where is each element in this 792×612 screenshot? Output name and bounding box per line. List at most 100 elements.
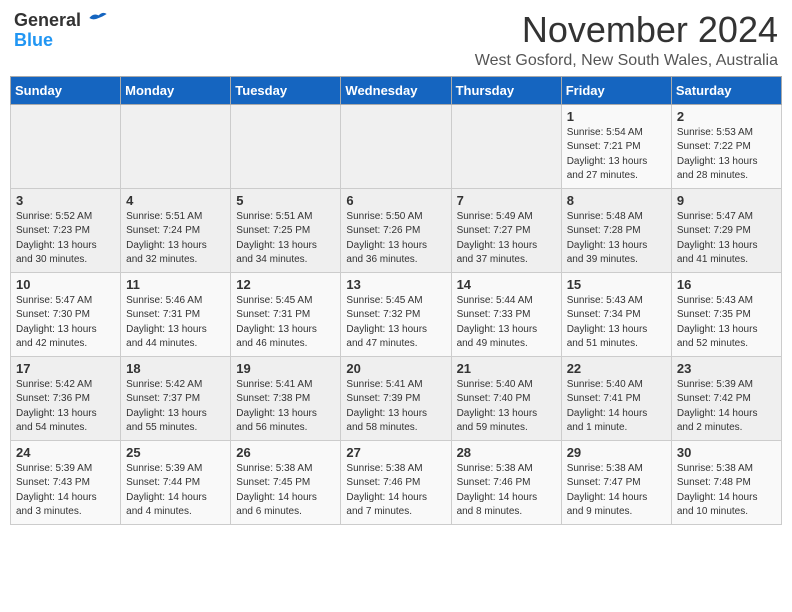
day-info: Sunrise: 5:38 AMSunset: 7:46 PMDaylight:… — [346, 462, 445, 520]
day-info: Sunrise: 5:45 AMSunset: 7:31 PMDaylight:… — [236, 294, 335, 352]
weekday-header-friday: Friday — [561, 76, 671, 104]
calendar-cell: 20Sunrise: 5:41 AMSunset: 7:39 PMDayligh… — [341, 356, 451, 440]
day-info: Sunrise: 5:41 AMSunset: 7:38 PMDaylight:… — [236, 378, 335, 436]
calendar-cell: 11 Sunrise: 5:46 AMSunset: 7:31 PMDayligh… — [121, 272, 231, 356]
day-number: 19 — [236, 361, 335, 376]
day-number: 26 — [236, 445, 335, 460]
location-subtitle: West Gosford, New South Wales, Australia — [475, 52, 778, 70]
day-info: Sunrise: 5:47 AMSunset: 7:30 PMDaylight:… — [16, 294, 115, 352]
day-info: Sunrise: 5:51 AMSunset: 7:24 PMDaylight:… — [126, 210, 225, 268]
day-info: Sunrise: 5:49 AMSunset: 7:27 PMDaylight:… — [457, 210, 556, 268]
calendar-cell — [11, 104, 121, 188]
calendar-cell: 6Sunrise: 5:50 AMSunset: 7:26 PMDaylight… — [341, 188, 451, 272]
page-header: General Blue November 2024 West Gosford,… — [10, 10, 782, 70]
day-number: 30 — [677, 445, 776, 460]
day-number: 24 — [16, 445, 115, 460]
day-number: 3 — [16, 193, 115, 208]
calendar-cell — [341, 104, 451, 188]
calendar-cell: 26 Sunrise: 5:38 AMSunset: 7:45 PMDayligh… — [231, 440, 341, 524]
logo-bird-icon — [88, 10, 108, 26]
weekday-header-wednesday: Wednesday — [341, 76, 451, 104]
calendar-cell: 14Sunrise: 5:44 AMSunset: 7:33 PMDayligh… — [451, 272, 561, 356]
day-info: Sunrise: 5:38 AMSunset: 7:46 PMDaylight:… — [457, 462, 556, 520]
month-title: November 2024 — [475, 10, 778, 50]
calendar-cell: 12 Sunrise: 5:45 AMSunset: 7:31 PMDayligh… — [231, 272, 341, 356]
day-number: 21 — [457, 361, 556, 376]
weekday-header-thursday: Thursday — [451, 76, 561, 104]
day-number: 11 — [126, 277, 225, 292]
logo-blue: Blue — [14, 31, 53, 51]
logo: General Blue — [14, 10, 108, 51]
calendar-cell: 18 Sunrise: 5:42 AMSunset: 7:37 PMDayligh… — [121, 356, 231, 440]
day-info: Sunrise: 5:38 AMSunset: 7:48 PMDaylight:… — [677, 462, 776, 520]
day-info: Sunrise: 5:42 AMSunset: 7:37 PMDaylight:… — [126, 378, 225, 436]
calendar-cell: 21 Sunrise: 5:40 AMSunset: 7:40 PMDayligh… — [451, 356, 561, 440]
day-number: 27 — [346, 445, 445, 460]
week-row-4: 17Sunrise: 5:42 AMSunset: 7:36 PMDayligh… — [11, 356, 782, 440]
day-info: Sunrise: 5:39 AMSunset: 7:43 PMDaylight:… — [16, 462, 115, 520]
calendar-cell: 19 Sunrise: 5:41 AMSunset: 7:38 PMDayligh… — [231, 356, 341, 440]
calendar-cell: 4 Sunrise: 5:51 AMSunset: 7:24 PMDaylight… — [121, 188, 231, 272]
week-row-1: 1 Sunrise: 5:54 AMSunset: 7:21 PMDaylight… — [11, 104, 782, 188]
calendar-cell: 16Sunrise: 5:43 AMSunset: 7:35 PMDayligh… — [671, 272, 781, 356]
weekday-header-saturday: Saturday — [671, 76, 781, 104]
calendar-cell: 24 Sunrise: 5:39 AMSunset: 7:43 PMDayligh… — [11, 440, 121, 524]
day-number: 9 — [677, 193, 776, 208]
calendar-cell — [231, 104, 341, 188]
day-info: Sunrise: 5:52 AMSunset: 7:23 PMDaylight:… — [16, 210, 115, 268]
calendar-cell: 8 Sunrise: 5:48 AMSunset: 7:28 PMDaylight… — [561, 188, 671, 272]
calendar-cell: 5Sunrise: 5:51 AMSunset: 7:25 PMDaylight… — [231, 188, 341, 272]
day-number: 1 — [567, 109, 666, 124]
calendar-cell: 2Sunrise: 5:53 AMSunset: 7:22 PMDaylight… — [671, 104, 781, 188]
day-info: Sunrise: 5:44 AMSunset: 7:33 PMDaylight:… — [457, 294, 556, 352]
day-number: 2 — [677, 109, 776, 124]
day-info: Sunrise: 5:48 AMSunset: 7:28 PMDaylight:… — [567, 210, 666, 268]
day-info: Sunrise: 5:38 AMSunset: 7:47 PMDaylight:… — [567, 462, 666, 520]
day-number: 20 — [346, 361, 445, 376]
day-number: 10 — [16, 277, 115, 292]
calendar-table: SundayMondayTuesdayWednesdayThursdayFrid… — [10, 76, 782, 525]
day-number: 13 — [346, 277, 445, 292]
day-info: Sunrise: 5:40 AMSunset: 7:40 PMDaylight:… — [457, 378, 556, 436]
day-number: 7 — [457, 193, 556, 208]
calendar-cell: 3 Sunrise: 5:52 AMSunset: 7:23 PMDaylight… — [11, 188, 121, 272]
calendar-cell: 29 Sunrise: 5:38 AMSunset: 7:47 PMDayligh… — [561, 440, 671, 524]
calendar-cell — [121, 104, 231, 188]
calendar-cell: 22Sunrise: 5:40 AMSunset: 7:41 PMDayligh… — [561, 356, 671, 440]
day-info: Sunrise: 5:39 AMSunset: 7:42 PMDaylight:… — [677, 378, 776, 436]
day-info: Sunrise: 5:39 AMSunset: 7:44 PMDaylight:… — [126, 462, 225, 520]
day-info: Sunrise: 5:38 AMSunset: 7:45 PMDaylight:… — [236, 462, 335, 520]
calendar-cell: 13Sunrise: 5:45 AMSunset: 7:32 PMDayligh… — [341, 272, 451, 356]
day-info: Sunrise: 5:43 AMSunset: 7:34 PMDaylight:… — [567, 294, 666, 352]
day-info: Sunrise: 5:42 AMSunset: 7:36 PMDaylight:… — [16, 378, 115, 436]
day-number: 29 — [567, 445, 666, 460]
calendar-cell: 23Sunrise: 5:39 AMSunset: 7:42 PMDayligh… — [671, 356, 781, 440]
day-number: 8 — [567, 193, 666, 208]
calendar-cell: 10 Sunrise: 5:47 AMSunset: 7:30 PMDayligh… — [11, 272, 121, 356]
title-block: November 2024 West Gosford, New South Wa… — [475, 10, 778, 70]
calendar-cell: 9Sunrise: 5:47 AMSunset: 7:29 PMDaylight… — [671, 188, 781, 272]
calendar-cell: 7 Sunrise: 5:49 AMSunset: 7:27 PMDaylight… — [451, 188, 561, 272]
day-info: Sunrise: 5:46 AMSunset: 7:31 PMDaylight:… — [126, 294, 225, 352]
weekday-header-monday: Monday — [121, 76, 231, 104]
calendar-cell: 30 Sunrise: 5:38 AMSunset: 7:48 PMDayligh… — [671, 440, 781, 524]
calendar-cell: 15 Sunrise: 5:43 AMSunset: 7:34 PMDayligh… — [561, 272, 671, 356]
day-info: Sunrise: 5:54 AMSunset: 7:21 PMDaylight:… — [567, 126, 666, 184]
day-number: 12 — [236, 277, 335, 292]
week-row-3: 10 Sunrise: 5:47 AMSunset: 7:30 PMDayligh… — [11, 272, 782, 356]
weekday-header-row: SundayMondayTuesdayWednesdayThursdayFrid… — [11, 76, 782, 104]
day-number: 4 — [126, 193, 225, 208]
calendar-cell: 28Sunrise: 5:38 AMSunset: 7:46 PMDayligh… — [451, 440, 561, 524]
day-number: 5 — [236, 193, 335, 208]
day-number: 15 — [567, 277, 666, 292]
week-row-5: 24 Sunrise: 5:39 AMSunset: 7:43 PMDayligh… — [11, 440, 782, 524]
calendar-cell — [451, 104, 561, 188]
day-info: Sunrise: 5:40 AMSunset: 7:41 PMDaylight:… — [567, 378, 666, 436]
weekday-header-tuesday: Tuesday — [231, 76, 341, 104]
day-number: 18 — [126, 361, 225, 376]
logo-general: General — [14, 10, 81, 30]
calendar-cell: 27 Sunrise: 5:38 AMSunset: 7:46 PMDayligh… — [341, 440, 451, 524]
day-number: 25 — [126, 445, 225, 460]
week-row-2: 3 Sunrise: 5:52 AMSunset: 7:23 PMDaylight… — [11, 188, 782, 272]
day-number: 16 — [677, 277, 776, 292]
